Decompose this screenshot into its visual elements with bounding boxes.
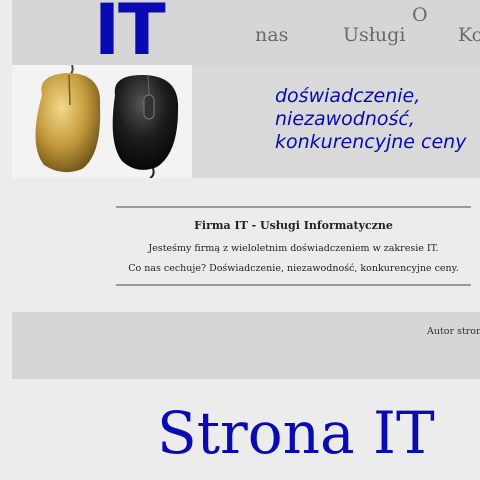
slogan-line: doświadczenie, (275, 85, 421, 107)
slogan-line: konkurencyjne ceny (275, 131, 467, 153)
page-title: Strona IT (157, 399, 435, 467)
mouse-photo-svg (35, 65, 179, 178)
article-paragraph: Co nas cechuje? Doświadczenie, niezawodn… (128, 263, 459, 274)
header-bar: IT O nas Usługi Ko (12, 0, 480, 65)
article-title: Firma IT - Usługi Informatyczne (194, 219, 393, 232)
nav-link-services[interactable]: Usługi (343, 24, 405, 46)
author-credit: Autor strony (427, 326, 480, 337)
slogan-line: niezawodność, (275, 108, 415, 130)
slogan-text: doświadczenie, niezawodność, konkurencyj… (275, 85, 466, 154)
article-paragraph: Jesteśmy firmą z wieloletnim doświadczen… (148, 243, 439, 254)
footer-bar: Autor strony (12, 312, 480, 379)
hero-banner: doświadczenie, niezawodność, konkurencyj… (12, 65, 480, 178)
site-logo[interactable]: IT (94, 0, 166, 65)
nav-link-about[interactable]: O (412, 4, 428, 26)
content-article: Firma IT - Usługi Informatyczne Jesteśmy… (116, 206, 471, 286)
computer-mice-image (12, 65, 192, 178)
nav-link-about-cont[interactable]: nas (255, 24, 288, 46)
nav-link-contact[interactable]: Ko (458, 24, 480, 46)
